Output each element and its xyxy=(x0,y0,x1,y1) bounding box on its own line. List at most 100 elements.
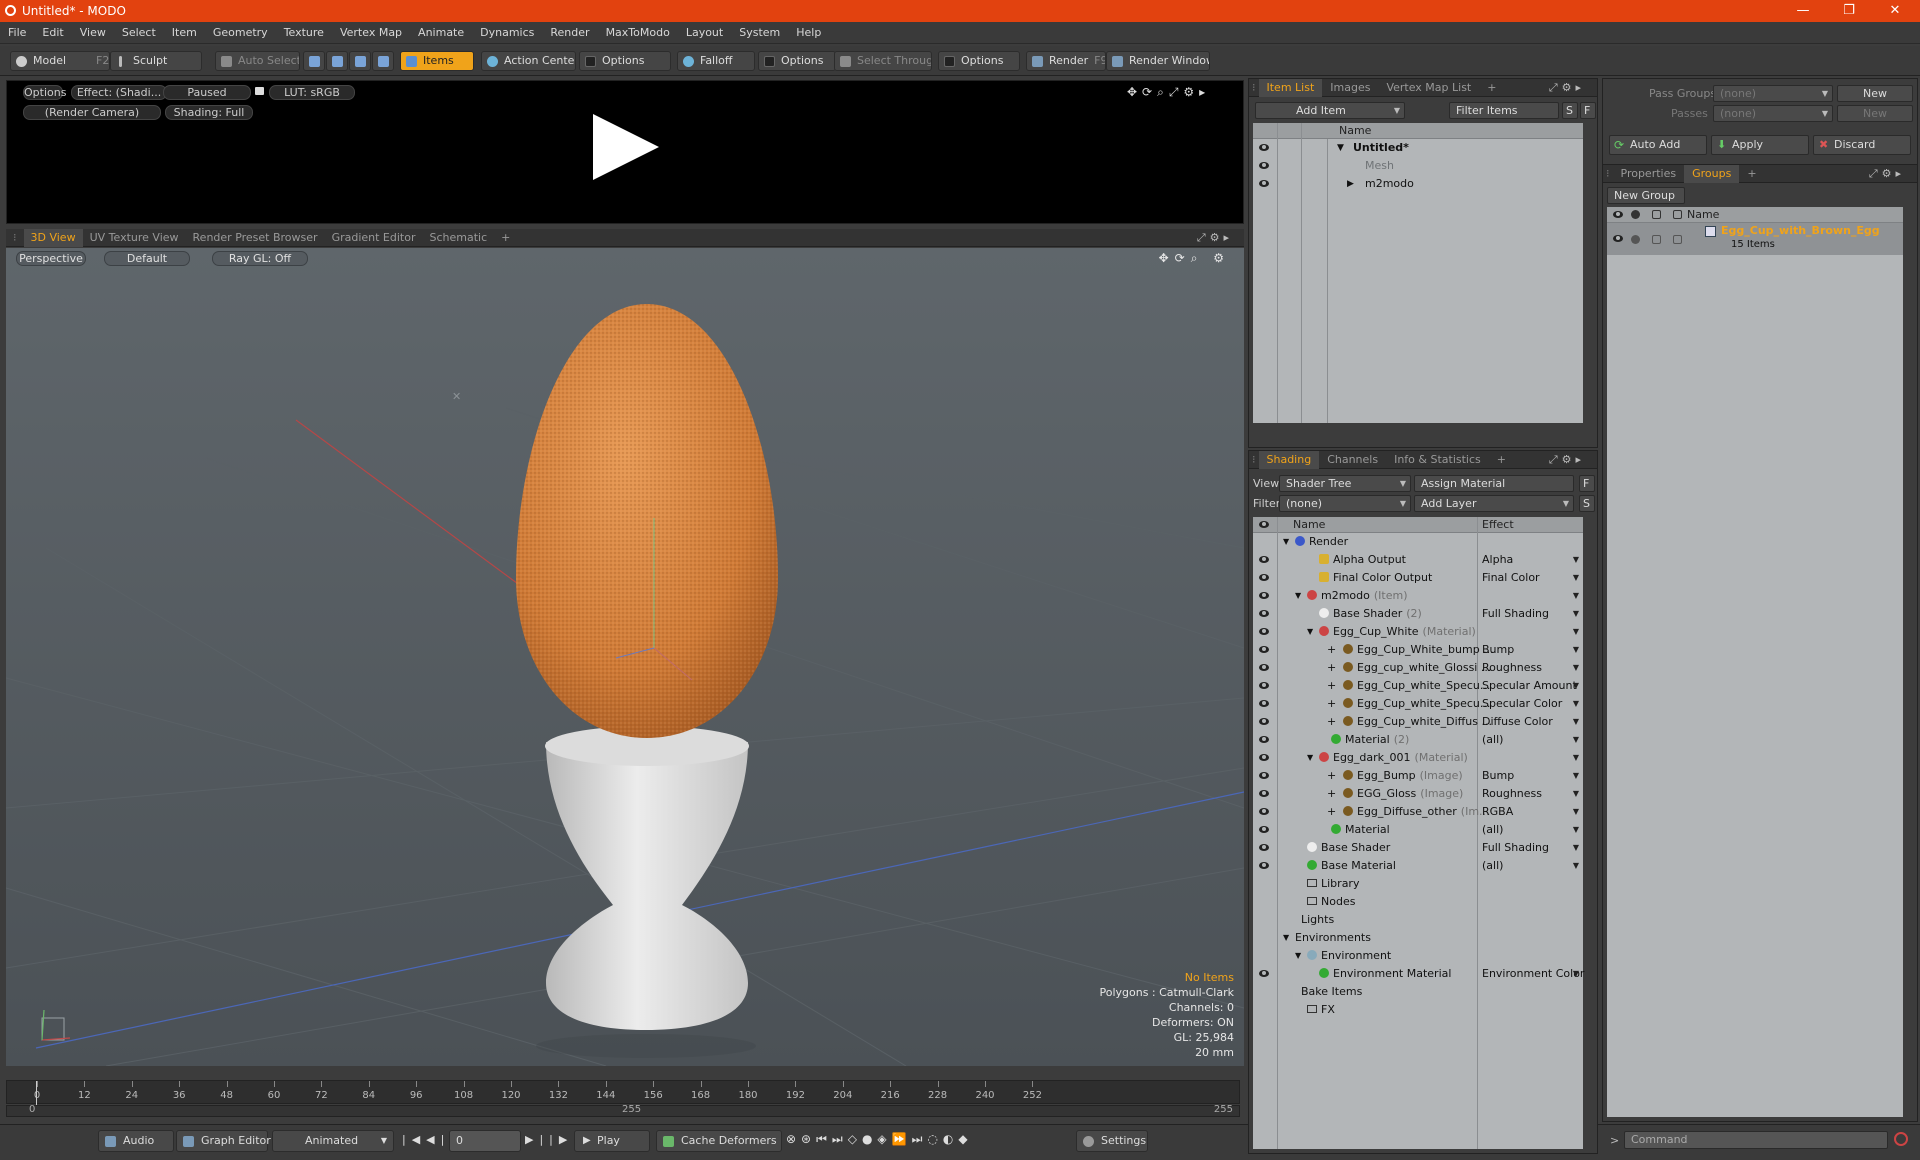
item-row[interactable]: ▼ Untitled* xyxy=(1253,139,1583,157)
settings-button[interactable]: Settings xyxy=(1076,1130,1148,1152)
auto-select-button[interactable]: Auto Select xyxy=(215,51,300,71)
search-toggle-button[interactable]: S xyxy=(1579,495,1595,512)
tab-groups[interactable]: Groups xyxy=(1684,165,1740,183)
effect-column-header[interactable]: Effect xyxy=(1482,518,1514,531)
visibility-eye-icon[interactable] xyxy=(1613,235,1623,242)
action-center-button[interactable]: Action Center xyxy=(481,51,576,71)
layer-effect[interactable]: Specular Amount xyxy=(1482,677,1577,695)
preview-camera-dropdown[interactable]: (Render Camera) xyxy=(23,105,161,120)
graph-editor-button[interactable]: Graph Editor xyxy=(176,1130,271,1152)
tab-properties[interactable]: Properties xyxy=(1613,165,1685,183)
add-tab-button[interactable]: + xyxy=(1489,451,1514,469)
effect-dropdown-arrow-icon[interactable]: ▼ xyxy=(1573,857,1579,875)
tab-gradient-editor[interactable]: Gradient Editor xyxy=(325,229,423,247)
layer-effect[interactable]: (all) xyxy=(1482,731,1503,749)
render-button[interactable]: RenderF9 xyxy=(1026,51,1106,71)
new-pass-button[interactable]: New xyxy=(1837,105,1913,122)
collapse-arrow-icon[interactable]: ▼ xyxy=(1307,749,1313,767)
menu-view[interactable]: View xyxy=(72,22,114,44)
render-window-button[interactable]: Render Window xyxy=(1106,51,1210,71)
visibility-eye-icon[interactable] xyxy=(1259,664,1269,671)
expand-plus-icon[interactable]: + xyxy=(1327,713,1336,731)
select-toggle-icon[interactable] xyxy=(1673,235,1682,244)
collapse-arrow-icon[interactable]: ▼ xyxy=(1295,587,1301,605)
effect-dropdown-arrow-icon[interactable]: ▼ xyxy=(1573,767,1579,785)
filter-items-input[interactable]: Filter Items xyxy=(1449,102,1559,119)
menu-item[interactable]: Item xyxy=(164,22,205,44)
effect-dropdown-arrow-icon[interactable]: ▼ xyxy=(1573,965,1579,983)
visibility-eye-icon[interactable] xyxy=(1259,970,1269,977)
edges-mode-button[interactable] xyxy=(326,51,348,71)
shader-tree-row[interactable]: ▼ Environment xyxy=(1253,947,1583,965)
auto-add-button[interactable]: ⟳ Auto Add xyxy=(1609,135,1707,155)
name-column-header[interactable]: Name xyxy=(1293,518,1325,531)
effect-dropdown-arrow-icon[interactable]: ▼ xyxy=(1573,785,1579,803)
shader-tree-row[interactable]: Base Shader Full Shading ▼ xyxy=(1253,839,1583,857)
layer-effect[interactable]: (all) xyxy=(1482,857,1503,875)
falloff-options-button[interactable]: Options xyxy=(758,51,836,71)
expand-plus-icon[interactable]: + xyxy=(1327,803,1336,821)
name-column-header[interactable]: Name xyxy=(1687,208,1719,221)
menu-geometry[interactable]: Geometry xyxy=(205,22,276,44)
visibility-eye-icon[interactable] xyxy=(1259,610,1269,617)
shader-tree-row[interactable]: Nodes xyxy=(1253,893,1583,911)
tab-shading[interactable]: Shading xyxy=(1258,451,1320,469)
viewport-tab-controls-icons[interactable]: ⤢⚙▸ xyxy=(1190,229,1240,247)
ray-gl-dropdown[interactable]: Ray GL: Off xyxy=(212,251,308,266)
cache-deformers-button[interactable]: Cache Deformers xyxy=(656,1130,782,1152)
action-center-options-button[interactable]: Options xyxy=(579,51,671,71)
tab-info-statistics[interactable]: Info & Statistics xyxy=(1386,451,1489,469)
visibility-eye-icon[interactable] xyxy=(1259,628,1269,635)
effect-dropdown-arrow-icon[interactable]: ▼ xyxy=(1573,605,1579,623)
add-tab-button[interactable]: + xyxy=(1739,165,1764,183)
command-input[interactable]: Command xyxy=(1624,1131,1888,1149)
preview-shading-dropdown[interactable]: Shading: Full xyxy=(165,105,253,120)
visibility-eye-icon[interactable] xyxy=(1259,700,1269,707)
effect-dropdown-arrow-icon[interactable]: ▼ xyxy=(1573,677,1579,695)
expand-plus-icon[interactable]: + xyxy=(1327,785,1336,803)
menu-animate[interactable]: Animate xyxy=(410,22,472,44)
tab-uv-texture-view[interactable]: UV Texture View xyxy=(83,229,186,247)
effect-dropdown-arrow-icon[interactable]: ▼ xyxy=(1573,587,1579,605)
effect-dropdown-arrow-icon[interactable]: ▼ xyxy=(1573,641,1579,659)
layer-effect[interactable]: (all) xyxy=(1482,821,1503,839)
menu-maxtomodo[interactable]: MaxToModo xyxy=(598,22,678,44)
new-group-button[interactable]: New Group xyxy=(1607,187,1685,204)
viewport-nav-icons[interactable]: ✥⟳⌕ ⚙ xyxy=(1159,251,1230,266)
shader-tree-row[interactable]: Bake Items xyxy=(1253,983,1583,1001)
menu-vertex-map[interactable]: Vertex Map xyxy=(332,22,410,44)
viewport-3d[interactable]: ✕ Perspective Default Ray GL: Off ✥⟳⌕ ⚙ … xyxy=(6,248,1244,1066)
minimize-button[interactable]: — xyxy=(1780,0,1826,22)
menu-help[interactable]: Help xyxy=(788,22,829,44)
item-row[interactable]: ▶ m2modo xyxy=(1253,175,1583,193)
lock-toggle-icon[interactable] xyxy=(1652,235,1661,244)
shader-tree-row[interactable]: ▼ Egg_dark_001 (Material) ▼ xyxy=(1253,749,1583,767)
lock-icon[interactable] xyxy=(255,87,264,95)
collapse-arrow-icon[interactable]: ▼ xyxy=(1283,929,1289,947)
layer-effect[interactable]: Full Shading xyxy=(1482,605,1549,623)
layer-effect[interactable]: Specular Color xyxy=(1482,695,1562,713)
filter-toggle-button[interactable]: F xyxy=(1579,475,1595,492)
add-tab-button[interactable]: + xyxy=(1479,79,1504,97)
tab-channels[interactable]: Channels xyxy=(1319,451,1386,469)
polygons-mode-button[interactable] xyxy=(349,51,371,71)
shader-tree-row[interactable]: Library xyxy=(1253,875,1583,893)
layer-effect[interactable]: Diffuse Color xyxy=(1482,713,1553,731)
collapse-arrow-icon[interactable]: ▼ xyxy=(1283,533,1289,551)
item-row[interactable]: Mesh xyxy=(1253,157,1583,175)
expand-plus-icon[interactable]: + xyxy=(1327,659,1336,677)
shader-tree-row[interactable]: + Egg_Diffuse_other (Im... RGBA ▼ xyxy=(1253,803,1583,821)
shader-tree-row[interactable]: ▼ Environments xyxy=(1253,929,1583,947)
visibility-eye-icon[interactable] xyxy=(1259,682,1269,689)
view-dropdown[interactable]: Shader Tree ▼ xyxy=(1279,475,1411,492)
shader-tree-row[interactable]: + Egg_Cup_white_Specu... Specular Amount ▼ xyxy=(1253,677,1583,695)
menu-select[interactable]: Select xyxy=(114,22,164,44)
effect-dropdown-arrow-icon[interactable]: ▼ xyxy=(1573,659,1579,677)
animated-dropdown[interactable]: Animated ▼ xyxy=(272,1130,394,1152)
apply-button[interactable]: ⬇ Apply xyxy=(1711,135,1809,155)
expand-plus-icon[interactable]: + xyxy=(1327,695,1336,713)
frame-step-back-icons[interactable]: |◀◀| xyxy=(402,1133,450,1146)
maximize-button[interactable]: ❐ xyxy=(1826,0,1872,22)
shader-tree-row[interactable]: ▼ Render xyxy=(1253,533,1583,551)
falloff-button[interactable]: Falloff xyxy=(677,51,755,71)
